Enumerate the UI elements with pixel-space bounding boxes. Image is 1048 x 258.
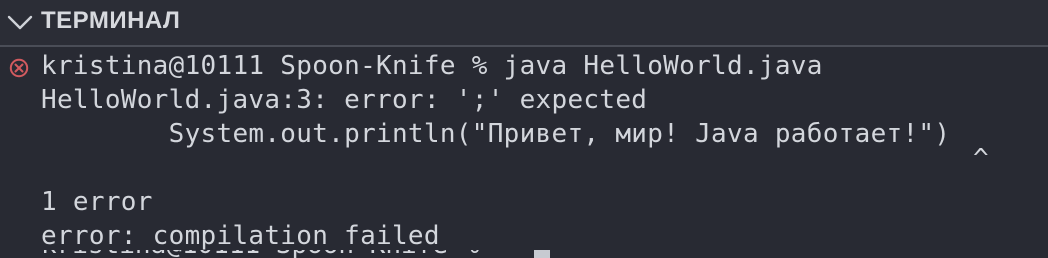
panel-title: ТЕРМИНАЛ — [41, 7, 181, 34]
error-count-line: 1 error — [41, 187, 153, 217]
source-code-line: System.out.println("Привет, мир! Java ра… — [41, 119, 951, 149]
error-circle-icon — [8, 57, 30, 79]
error-caret: ^ — [973, 144, 989, 174]
partial-prompt-text: kristina@10111 Spoon-Knife % — [41, 250, 533, 258]
partial-prompt-line: kristina@10111 Spoon-Knife % — [41, 250, 533, 258]
terminal-panel-header: ТЕРМИНАЛ — [0, 0, 1048, 44]
command-line: kristina@10111 Spoon-Knife % java HelloW… — [41, 51, 823, 81]
error-message-line: HelloWorld.java:3: error: ';' expected — [41, 85, 648, 115]
compilation-failed-line: error: compilation failed — [41, 221, 440, 251]
chevron-down-icon[interactable] — [6, 12, 34, 32]
terminal-cursor — [534, 250, 550, 258]
